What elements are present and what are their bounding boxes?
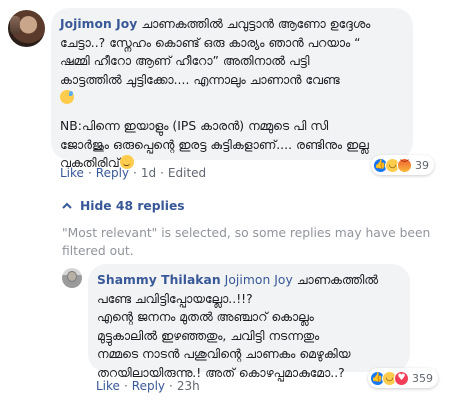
reply-text: എന്റെ ജനനം മുതൽ അഞ്ചാറ് കൊല്ലം <box>97 310 314 325</box>
reply-timestamp[interactable]: 23h <box>177 379 200 393</box>
reply-reaction-summary[interactable]: 👍 ◡ ♥ 359 <box>368 368 438 388</box>
reply-text: ചാണകത്തിൽ <box>292 273 379 287</box>
commenter-avatar[interactable] <box>8 10 45 47</box>
avatar-decoration <box>10 16 20 34</box>
comment-text: കാട്ടത്തിൽ ചുട്ടിക്കോ.... എന്നാലും ചാണാൻ… <box>60 72 340 87</box>
comment-text: ചാണകത്തിൽ ചവുട്ടാൻ ആണോ ഉദ്ദേശം <box>141 17 371 31</box>
hide-replies-label: Hide 48 replies <box>80 199 185 213</box>
reply-actions: Like · Reply · 23h <box>96 379 200 393</box>
comment-text: ഷമ്മി ഹീറോ ആണ് ഹീറോ” അതിനാൽ പട്ടി <box>60 54 310 69</box>
comment-text: ചേട്ടാ..? സ്നേഹം കൊണ്ട് ഒരു കാര്യം ഞാൻ പ… <box>60 35 361 50</box>
comment-text: NB:പിന്നെ ഇയാളും (IPS കാരൻ) നമ്മുടെ പി സ… <box>60 118 329 133</box>
chevron-up-icon <box>62 201 72 212</box>
comment-text: ജോർജും ഒരുപ്പെന്റെ ഇരട്ട കുട്ടികളാണ്....… <box>60 137 369 152</box>
avatar-face <box>67 271 77 282</box>
reaction-count: 39 <box>415 158 429 172</box>
reply-text: മുട്ടുകാലിൽ ഇഴഞ്ഞതും, ചവിട്ടി നടന്നതും <box>97 328 320 343</box>
filter-notice: "Most relevant" is selected, so some rep… <box>62 226 431 258</box>
reply-mention[interactable]: Jojimon Joy <box>225 273 293 287</box>
comment-author-name[interactable]: Jojimon Joy <box>60 17 137 31</box>
hide-replies-link[interactable]: Hide 48 replies <box>62 199 185 213</box>
comment-actions: Like · Reply · 1d · Edited <box>60 166 207 180</box>
reply-text: നമ്മടെ നാടൻ പശുവിന്റെ ചാണകം മെഴുകിയ <box>97 347 351 362</box>
angry-reaction-icon: ︶ <box>397 157 412 173</box>
reply-bubble: Shammy Thilakan Jojimon Joy ചാണകത്തിൽ പണ… <box>88 264 410 380</box>
reply-avatar[interactable] <box>62 268 82 288</box>
edited-label[interactable]: Edited <box>168 166 206 180</box>
comment-bubble: Jojimon Joy ചാണകത്തിൽ ചവുട്ടാൻ ആണോ ഉദ്ദേ… <box>51 8 413 170</box>
reply-link[interactable]: Reply <box>96 166 129 180</box>
reply-first-line: Shammy Thilakan Jojimon Joy ചാണകത്തിൽ <box>97 271 398 290</box>
like-link[interactable]: Like <box>96 379 120 393</box>
comment-first-line: Jojimon Joy ചാണകത്തിൽ ചവുട്ടാൻ ആണോ ഉദ്ദേ… <box>60 15 401 34</box>
reply-author-name[interactable]: Shammy Thilakan <box>97 273 221 287</box>
love-reaction-icon: ♥ <box>394 370 409 386</box>
sweat-smile-emoji-icon <box>60 90 74 105</box>
reaction-summary[interactable]: 👍 ◡ ︶ 39 <box>371 155 434 175</box>
comment-timestamp[interactable]: 1d <box>141 166 156 180</box>
comment-emoji-line <box>60 89 401 108</box>
reaction-count: 359 <box>412 371 433 385</box>
reply-text: പണ്ടേ ചവിട്ടിപ്പോയല്ലോ..!!? <box>97 291 253 306</box>
like-link[interactable]: Like <box>60 166 84 180</box>
reply-link[interactable]: Reply <box>132 379 165 393</box>
